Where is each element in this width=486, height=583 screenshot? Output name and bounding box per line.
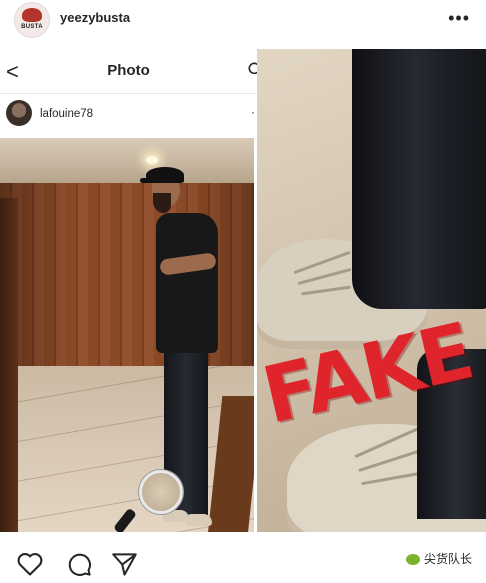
embedded-page-title: Photo: [107, 62, 150, 79]
embedded-screenshot: < Photo lafouine78 ·: [0, 49, 258, 532]
magnifier-icon: [139, 470, 183, 514]
person-cap-brim: [140, 178, 160, 183]
zoom-comparison-panel: FAKE: [257, 49, 486, 532]
ceiling-light: [146, 156, 158, 164]
photo-door: [0, 198, 18, 532]
avatar[interactable]: BUSTA: [14, 2, 50, 38]
photo-ceiling: [0, 138, 254, 183]
embedded-nav-bar: < Photo: [0, 49, 257, 94]
post-header: BUSTA yeezybusta •••: [0, 0, 486, 40]
zoom-jeans-top: [352, 49, 486, 309]
wechat-icon: [405, 554, 420, 566]
more-options-icon[interactable]: •••: [448, 8, 470, 29]
embedded-username[interactable]: lafouine78: [40, 108, 93, 120]
embedded-user-row: lafouine78 ·: [0, 93, 257, 140]
watermark-text: 尖货队长: [423, 552, 472, 566]
cap-logo-icon: [22, 8, 42, 22]
avatar-logo-text: BUSTA: [21, 24, 43, 30]
comment-icon[interactable]: [66, 551, 93, 578]
person-beard: [153, 193, 171, 213]
embedded-photo: [0, 138, 254, 532]
share-icon[interactable]: [111, 551, 138, 578]
person-shoe: [186, 514, 212, 526]
watermark: 尖货队长: [405, 550, 472, 567]
embedded-more-icon[interactable]: ·: [251, 105, 255, 119]
heart-icon[interactable]: [16, 551, 44, 577]
username[interactable]: yeezybusta: [60, 10, 130, 25]
embedded-avatar[interactable]: [6, 100, 32, 126]
